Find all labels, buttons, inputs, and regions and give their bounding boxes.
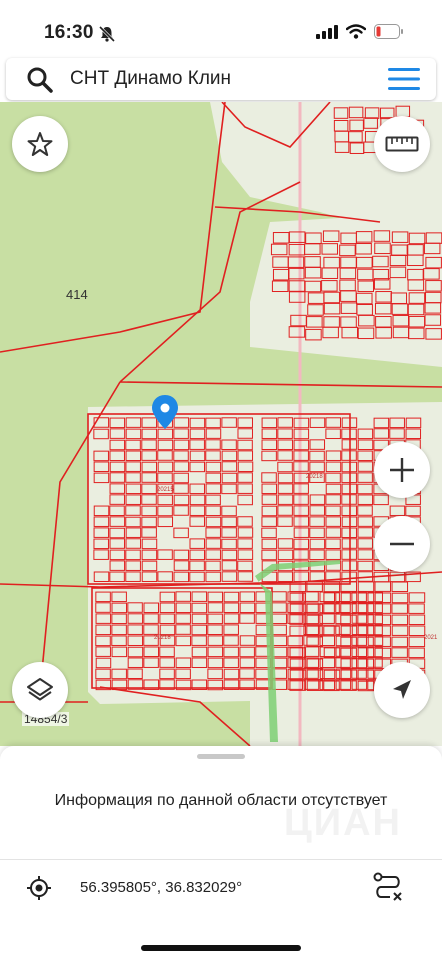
route-icon[interactable] [372, 871, 404, 903]
battery-icon [374, 24, 403, 39]
layers-icon [27, 678, 53, 701]
wifi-icon [346, 24, 366, 39]
minus-icon [390, 542, 414, 546]
my-location-button[interactable] [374, 662, 430, 718]
quarter-label: 20218 [154, 635, 171, 641]
clearing-upper-settlement [250, 212, 442, 367]
quarter-label: 2021 [424, 635, 438, 641]
bell-muted-icon [98, 25, 116, 43]
no-info-message: Информация по данной области отсутствует [54, 792, 388, 809]
search-query[interactable]: СНТ Динамо Клин [70, 68, 231, 90]
cadastral-map[interactable] [0, 102, 442, 746]
sheet-drag-handle[interactable] [197, 754, 245, 759]
favorite-button[interactable] [12, 116, 68, 172]
layers-button[interactable] [12, 662, 68, 718]
navigation-arrow-icon [393, 680, 411, 699]
zoom-in-button[interactable] [374, 442, 430, 498]
quarter-label: 20218 [306, 474, 323, 480]
info-bottom-sheet[interactable]: ЦИАН Информация по данной области отсутс… [0, 746, 442, 960]
divider [0, 859, 442, 860]
search-icon[interactable] [26, 66, 54, 94]
coordinates-text[interactable]: 56.395805°, 36.832029° [80, 879, 242, 896]
crosshair-icon[interactable] [26, 875, 52, 901]
ruler-button[interactable] [374, 116, 430, 172]
plus-icon [390, 458, 414, 482]
map-view[interactable]: 414 20215 20218 20218 2021 14854/3 [0, 102, 442, 746]
status-indicators [316, 24, 404, 39]
home-indicator[interactable] [141, 945, 301, 951]
status-time: 16:30 [44, 22, 94, 43]
star-icon [27, 132, 53, 156]
ruler-icon [385, 136, 419, 152]
cellular-signal-icon [316, 24, 338, 39]
status-bar: 16:30 [0, 0, 442, 58]
hamburger-menu-icon[interactable] [388, 67, 420, 91]
quarter-label: 20215 [157, 487, 174, 493]
search-bar[interactable]: СНТ Динамо Клин [6, 58, 436, 100]
zoom-out-button[interactable] [374, 516, 430, 572]
area-number-label: 414 [66, 287, 88, 302]
